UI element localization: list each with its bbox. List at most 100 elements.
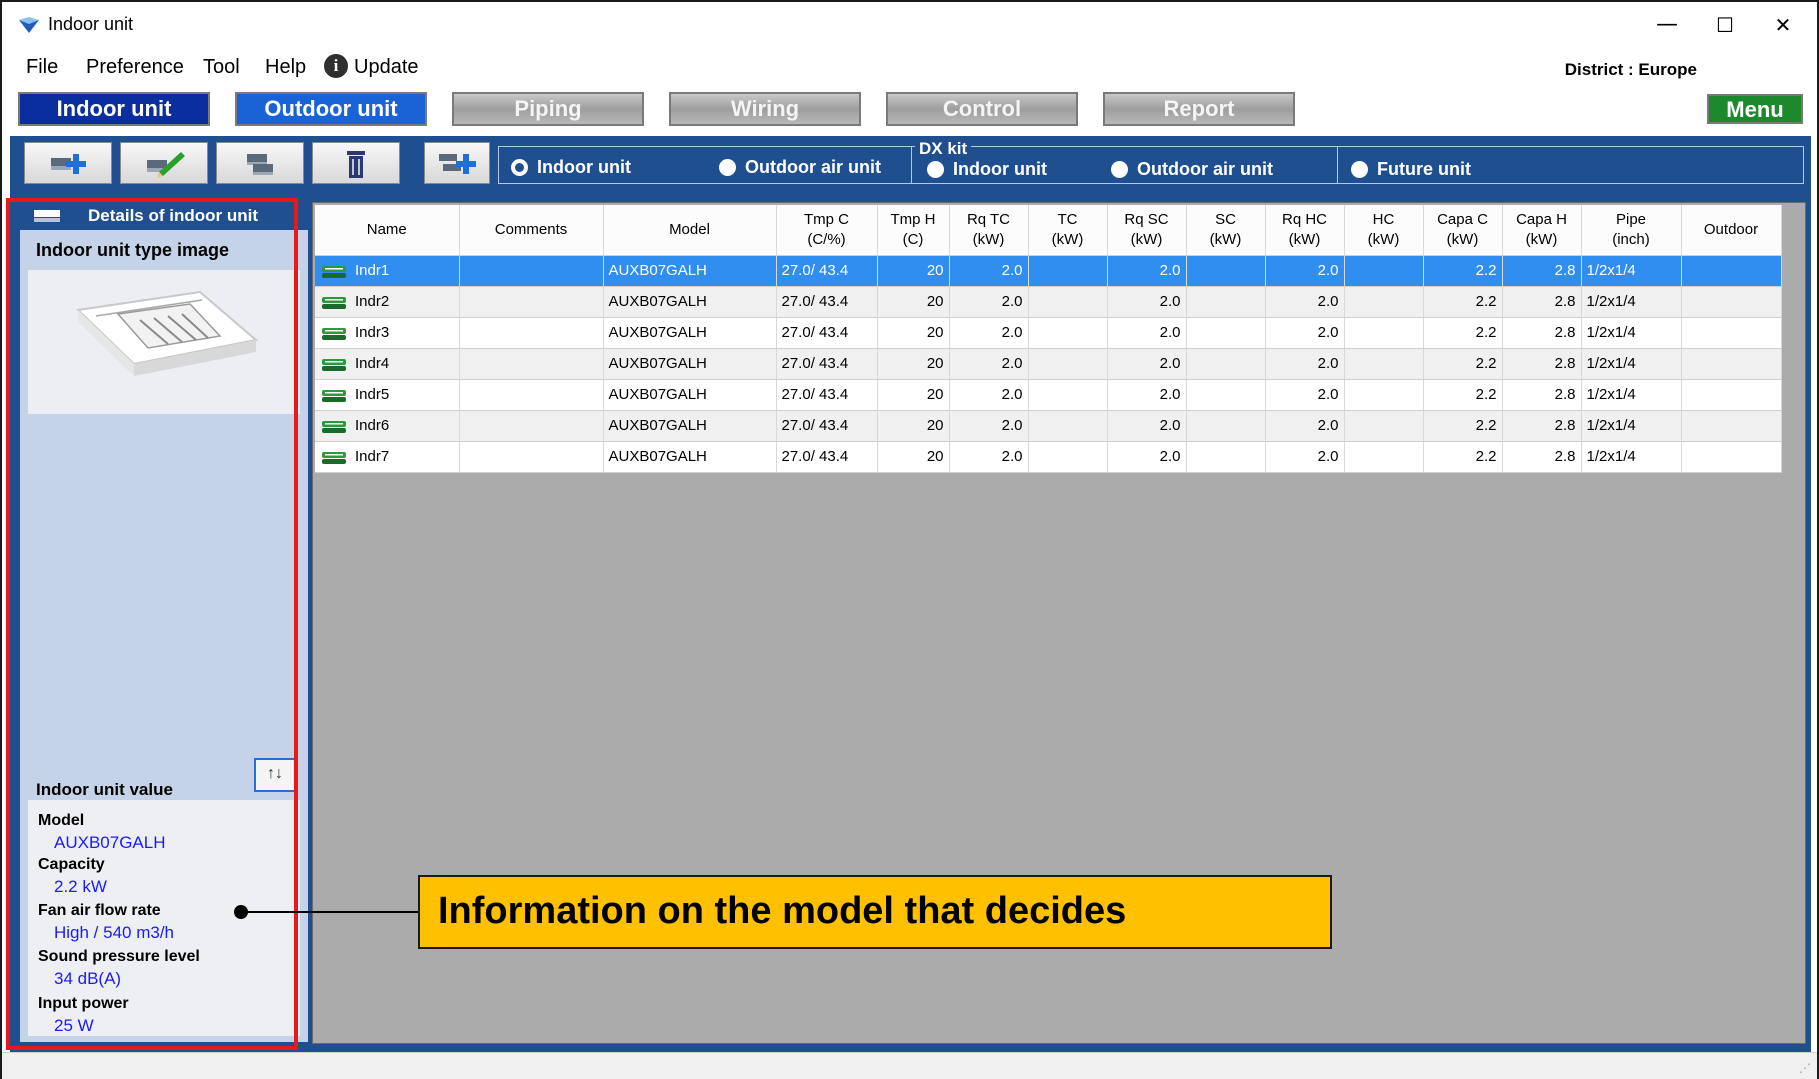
table-cell[interactable] [459, 255, 604, 287]
menu-button[interactable]: Menu [1707, 94, 1803, 124]
table-cell[interactable]: 2.0 [1107, 410, 1187, 442]
minimize-button[interactable]: — [1637, 8, 1697, 42]
column-header[interactable]: Capa H (kW) [1502, 205, 1582, 256]
table-cell[interactable]: 2.8 [1502, 286, 1582, 318]
table-cell[interactable]: 2.2 [1423, 441, 1503, 473]
table-cell[interactable]: Indr7 [315, 441, 460, 473]
maximize-button[interactable]: ☐ [1695, 8, 1755, 42]
column-header[interactable]: Rq HC (kW) [1265, 205, 1345, 256]
tab-wiring[interactable]: Wiring [669, 92, 861, 126]
table-cell[interactable] [1186, 441, 1266, 473]
table-cell[interactable]: 2.0 [1107, 317, 1187, 349]
table-cell[interactable]: 20 [877, 286, 950, 318]
table-cell[interactable]: Indr2 [315, 286, 460, 318]
table-cell[interactable] [1028, 441, 1108, 473]
table-cell[interactable] [459, 410, 604, 442]
table-cell[interactable]: 27.0/ 43.4 [776, 348, 878, 380]
table-cell[interactable]: 20 [877, 317, 950, 349]
table-cell[interactable]: 20 [877, 348, 950, 380]
add-unit-button[interactable] [24, 142, 112, 184]
table-cell[interactable] [1344, 410, 1424, 442]
table-cell[interactable]: 20 [877, 379, 950, 411]
table-cell[interactable]: 2.2 [1423, 379, 1503, 411]
table-cell[interactable]: 2.2 [1423, 348, 1503, 380]
edit-unit-button[interactable] [120, 142, 208, 184]
table-cell[interactable]: 1/2x1/4 [1581, 255, 1682, 287]
table-cell[interactable]: 27.0/ 43.4 [776, 255, 878, 287]
radio-dx-kit-indoor-unit[interactable]: Indoor unit [927, 159, 1047, 180]
sort-toggle-button[interactable]: ↑↓ [254, 758, 296, 792]
table-cell[interactable] [1681, 410, 1782, 442]
table-row[interactable]: Indr1 AUXB07GALH 27.0/ 43.4 20 2.0 2.0 2.0 2.2 2… [315, 255, 1782, 287]
table-cell[interactable] [459, 441, 604, 473]
table-cell[interactable]: 2.2 [1423, 255, 1503, 287]
tab-piping[interactable]: Piping [452, 92, 644, 126]
table-cell[interactable]: 2.8 [1502, 410, 1582, 442]
table-cell[interactable]: 2.0 [1107, 441, 1187, 473]
table-cell[interactable]: Indr4 [315, 348, 460, 380]
table-cell[interactable]: 27.0/ 43.4 [776, 379, 878, 411]
table-cell[interactable]: 2.0 [1265, 317, 1345, 349]
table-cell[interactable] [459, 348, 604, 380]
table-cell[interactable] [1681, 286, 1782, 318]
table-cell[interactable]: 27.0/ 43.4 [776, 441, 878, 473]
table-cell[interactable]: 2.0 [949, 255, 1029, 287]
table-row[interactable]: Indr5 AUXB07GALH 27.0/ 43.4 20 2.0 2.0 2.0 2.2 2… [315, 379, 1782, 411]
column-header[interactable]: HC (kW) [1344, 205, 1424, 256]
table-cell[interactable] [1681, 441, 1782, 473]
table-cell[interactable]: AUXB07GALH [603, 286, 777, 318]
copy-unit-button[interactable] [216, 142, 304, 184]
table-cell[interactable]: 2.0 [1265, 255, 1345, 287]
table-cell[interactable]: 2.8 [1502, 379, 1582, 411]
table-cell[interactable]: 27.0/ 43.4 [776, 286, 878, 318]
table-cell[interactable]: AUXB07GALH [603, 348, 777, 380]
table-cell[interactable]: 1/2x1/4 [1581, 286, 1682, 318]
table-cell[interactable]: 2.0 [1265, 441, 1345, 473]
table-cell[interactable] [459, 286, 604, 318]
info-icon[interactable]: i [324, 54, 348, 78]
table-cell[interactable]: 2.2 [1423, 286, 1503, 318]
table-cell[interactable] [1186, 255, 1266, 287]
table-cell[interactable]: AUXB07GALH [603, 317, 777, 349]
radio-future-unit[interactable]: Future unit [1351, 159, 1471, 180]
tab-report[interactable]: Report [1103, 92, 1295, 126]
table-cell[interactable]: 2.0 [949, 441, 1029, 473]
table-cell[interactable]: 2.8 [1502, 348, 1582, 380]
table-cell[interactable]: AUXB07GALH [603, 410, 777, 442]
table-cell[interactable]: 27.0/ 43.4 [776, 410, 878, 442]
table-cell[interactable] [1186, 379, 1266, 411]
table-cell[interactable] [1681, 379, 1782, 411]
table-cell[interactable] [1681, 255, 1782, 287]
table-cell[interactable] [1344, 379, 1424, 411]
table-cell[interactable] [1028, 379, 1108, 411]
table-cell[interactable]: 2.0 [1107, 348, 1187, 380]
column-header[interactable]: SC (kW) [1186, 205, 1266, 256]
table-cell[interactable]: 2.8 [1502, 317, 1582, 349]
table-cell[interactable] [459, 317, 604, 349]
table-cell[interactable]: 1/2x1/4 [1581, 379, 1682, 411]
resize-grip-icon[interactable]: ⋰ [1799, 1061, 1813, 1075]
table-cell[interactable] [1681, 348, 1782, 380]
table-cell[interactable]: 2.0 [1265, 348, 1345, 380]
table-cell[interactable] [1681, 317, 1782, 349]
tab-outdoor-unit[interactable]: Outdoor unit [235, 92, 427, 126]
table-cell[interactable] [1028, 410, 1108, 442]
table-cell[interactable]: 2.0 [1107, 379, 1187, 411]
delete-button[interactable] [312, 142, 400, 184]
table-cell[interactable] [1186, 348, 1266, 380]
table-cell[interactable]: 1/2x1/4 [1581, 410, 1682, 442]
column-header[interactable]: Tmp C (C/%) [776, 205, 878, 256]
column-header[interactable]: Rq TC (kW) [949, 205, 1029, 256]
table-cell[interactable]: 2.0 [949, 317, 1029, 349]
table-cell[interactable] [1344, 348, 1424, 380]
column-header[interactable]: Outdoor [1681, 205, 1782, 256]
tab-indoor-unit[interactable]: Indoor unit [18, 92, 210, 126]
table-cell[interactable]: 27.0/ 43.4 [776, 317, 878, 349]
table-cell[interactable] [1028, 348, 1108, 380]
table-cell[interactable]: 2.0 [949, 286, 1029, 318]
column-header[interactable]: Capa C (kW) [1423, 205, 1503, 256]
table-cell[interactable]: Indr5 [315, 379, 460, 411]
table-cell[interactable]: 2.2 [1423, 317, 1503, 349]
table-row[interactable]: Indr7 AUXB07GALH 27.0/ 43.4 20 2.0 2.0 2.0 2.2 2… [315, 441, 1782, 473]
table-cell[interactable]: Indr3 [315, 317, 460, 349]
